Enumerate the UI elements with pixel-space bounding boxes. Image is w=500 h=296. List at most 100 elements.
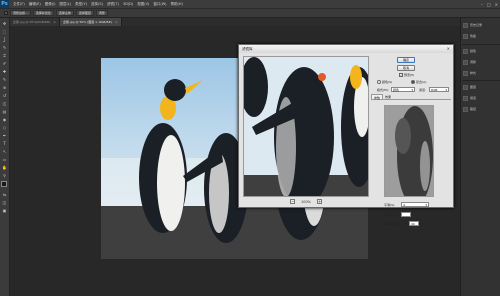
dialog-preview[interactable] <box>243 56 369 197</box>
panel-tab-channels[interactable]: 通道 <box>463 95 499 101</box>
radio-button[interactable] <box>377 80 381 84</box>
panel-tab-history[interactable]: 历史记录 <box>463 22 499 28</box>
brightness-label: 亮度差值(T): <box>384 222 402 226</box>
channel-select[interactable]: RGB <box>429 87 449 92</box>
smooth-label: 平滑(S): <box>384 203 396 207</box>
eyedropper-tool-icon[interactable]: ✐ <box>2 61 8 66</box>
panel-tab-color[interactable]: 颜色 <box>463 48 499 54</box>
panel-label: 路径 <box>470 107 477 111</box>
option-button-2[interactable]: 选择并遮住 <box>32 10 54 16</box>
pen-tool-icon[interactable]: ✒ <box>2 133 8 138</box>
close-icon[interactable]: × <box>447 45 450 53</box>
menu-select[interactable]: 选择(S) <box>91 2 103 7</box>
menu-filter[interactable]: 滤镜(T) <box>107 2 119 7</box>
swap-colors-icon[interactable]: ⇆ <box>2 192 8 197</box>
smooth-select[interactable]: 4 <box>401 202 429 207</box>
brush-tool-icon[interactable]: ✎ <box>2 77 8 82</box>
option-button-5[interactable]: 调整 <box>95 10 108 16</box>
dialog-title-bar[interactable]: 滤镜库 <box>239 45 453 53</box>
swatches-icon <box>463 33 468 39</box>
menu-image[interactable]: 图像(I) <box>45 2 56 7</box>
styles-icon <box>463 70 468 76</box>
zoom-tool-icon[interactable]: ⚲ <box>2 173 8 178</box>
tab-params[interactable]: 参数 <box>371 94 384 100</box>
channel-label: 通道: <box>419 88 427 92</box>
maximize-icon[interactable]: □ <box>487 2 491 7</box>
zoom-out-button[interactable]: − <box>289 199 295 204</box>
panel-tab-layers[interactable]: 图层 <box>463 84 499 90</box>
panel-label: 历史记录 <box>470 23 483 27</box>
menu-window[interactable]: 窗口(W) <box>153 2 166 7</box>
cancel-button[interactable]: 取消 <box>397 65 415 71</box>
foreground-color-swatch[interactable] <box>0 181 7 187</box>
type-tool-icon[interactable]: T <box>2 141 8 146</box>
minimize-icon[interactable]: – <box>481 2 483 7</box>
gradient-tool-icon[interactable]: ▤ <box>2 109 8 114</box>
panel-group-2: 颜色 调整 样式 <box>463 48 499 76</box>
lasso-tool-icon[interactable]: ʆ <box>2 37 8 42</box>
preview-checkbox-label: 预览(P) <box>404 73 415 77</box>
quick-select-tool-icon[interactable]: ✎ <box>2 45 8 50</box>
color-swatches[interactable] <box>0 181 9 189</box>
menu-layer[interactable]: 图层(L) <box>59 2 71 7</box>
document-tab-2[interactable]: 企鹅.jpg @ 50% (图层 1, RGB/8#) × <box>59 18 122 26</box>
zoom-controls: − 100% + <box>243 197 369 206</box>
mode-select[interactable]: 颜色 <box>391 87 415 92</box>
panel-tab-swatches[interactable]: 色板 <box>463 33 499 39</box>
path-select-tool-icon[interactable]: ↖ <box>2 149 8 154</box>
document-tab-1[interactable]: 企鹅.jpg @ 50%(RGB/8#) × <box>10 18 60 26</box>
menu-file[interactable]: 文件(F) <box>13 2 25 7</box>
dodge-tool-icon[interactable]: ○ <box>2 125 8 130</box>
preview-image-art <box>244 57 368 196</box>
settings-preview-thumbnail <box>384 105 434 197</box>
menu-3d[interactable]: 3D(D) <box>123 2 133 6</box>
right-panels: 历史记录 色板 颜色 调整 样式 图层 通道 路径 <box>460 18 500 296</box>
brightness-input[interactable]: 40 <box>409 221 419 226</box>
panel-tab-styles[interactable]: 样式 <box>463 70 499 76</box>
radio-button[interactable] <box>411 80 415 84</box>
zoom-level[interactable]: 100% <box>301 200 311 204</box>
panel-label: 颜色 <box>470 49 477 53</box>
filter-dialog: 滤镜库 × − 100% + 确定 取消 ✓ 预览(P) 颜色(S) 复合(A) <box>238 44 454 226</box>
hand-tool-icon[interactable]: ✋ <box>2 165 8 170</box>
tab-effects[interactable]: 效果 <box>383 94 393 99</box>
move-tool-icon[interactable]: ✥ <box>2 21 8 26</box>
tool-preset-icon[interactable] <box>4 11 8 15</box>
screen-mode-icon[interactable]: ▣ <box>2 208 8 213</box>
menu-view[interactable]: 视图(V) <box>137 2 149 7</box>
menu-help[interactable]: 帮助(H) <box>171 2 183 7</box>
quick-mask-icon[interactable]: ◫ <box>2 200 8 205</box>
option-button-4[interactable]: 选择图层 <box>75 10 94 16</box>
document-tabs: 企鹅.jpg @ 50%(RGB/8#) × 企鹅.jpg @ 50% (图层 … <box>10 18 460 26</box>
healing-tool-icon[interactable]: ✚ <box>2 69 8 74</box>
close-icon[interactable]: × <box>495 2 498 7</box>
checkbox-box[interactable]: ✓ <box>399 73 403 77</box>
shape-tool-icon[interactable]: ▭ <box>2 157 8 162</box>
eraser-tool-icon[interactable]: ◫ <box>2 101 8 106</box>
panel-label: 通道 <box>470 96 477 100</box>
zoom-in-button[interactable]: + <box>317 199 322 204</box>
close-icon[interactable]: × <box>115 20 118 24</box>
blur-tool-icon[interactable]: ◉ <box>2 117 8 122</box>
history-brush-tool-icon[interactable]: ↺ <box>2 93 8 98</box>
marquee-tool-icon[interactable]: ⬚ <box>2 29 8 34</box>
radio-composite[interactable]: 复合(A) <box>411 80 426 84</box>
panel-tab-paths[interactable]: 路径 <box>463 106 499 112</box>
crop-tool-icon[interactable]: ⌗ <box>2 53 8 58</box>
document-tab-label: 企鹅.jpg @ 50%(RGB/8#) <box>13 20 51 24</box>
document-tab-label: 企鹅.jpg @ 50% (图层 1, RGB/8#) <box>62 20 113 24</box>
radio-color[interactable]: 颜色(S) <box>377 80 392 84</box>
preview-checkbox[interactable]: ✓ 预览(P) <box>399 73 414 77</box>
stamp-tool-icon[interactable]: ⊕ <box>2 85 8 90</box>
close-icon[interactable]: × <box>53 20 56 24</box>
ok-button[interactable]: 确定 <box>397 57 415 63</box>
window-controls: – □ × <box>481 0 498 8</box>
panel-tab-adjustments[interactable]: 调整 <box>463 59 499 65</box>
menu-edit[interactable]: 编辑(E) <box>29 2 41 7</box>
detail-input[interactable] <box>401 212 411 217</box>
panel-label: 样式 <box>470 71 477 75</box>
option-button-1[interactable]: 调整边缘... <box>10 10 31 16</box>
menu-type[interactable]: 类型(Y) <box>75 2 87 7</box>
option-button-3[interactable]: 选择主体 <box>55 10 74 16</box>
thumbnail-art <box>385 106 433 196</box>
